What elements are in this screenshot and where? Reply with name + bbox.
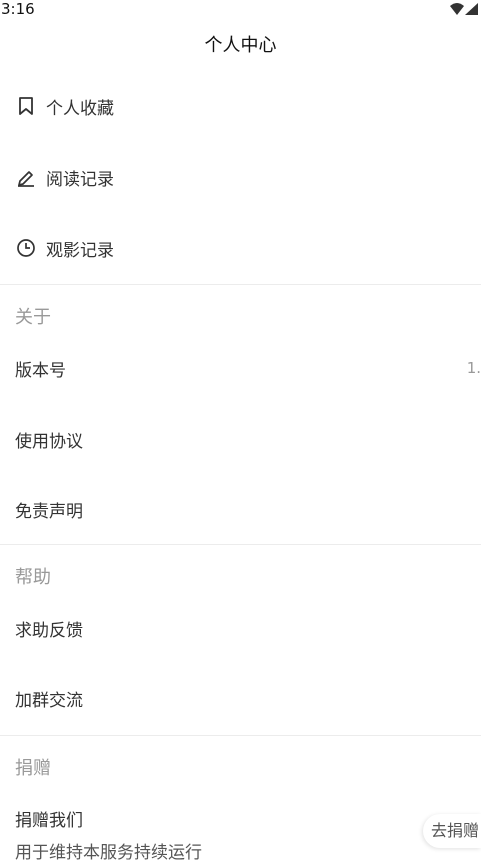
donate-description: 用于维持本服务持续运行	[15, 843, 202, 863]
signal-icon	[465, 3, 478, 15]
wifi-icon	[450, 3, 464, 15]
clock-icon	[16, 238, 36, 258]
status-icons	[450, 3, 478, 15]
divider	[0, 544, 481, 545]
divider	[0, 735, 481, 736]
disclaimer-item[interactable]: 免责声明	[0, 483, 481, 535]
version-item[interactable]: 版本号 1.	[0, 342, 481, 394]
version-label: 版本号	[15, 360, 66, 381]
page-title: 个人中心	[204, 35, 277, 56]
divider	[0, 284, 481, 285]
section-title-about: 关于	[15, 307, 51, 328]
terms-label: 使用协议	[15, 431, 83, 452]
status-time: 3:16	[1, 0, 35, 18]
favorites-item[interactable]: 个人收藏	[0, 80, 481, 132]
status-bar: 3:16	[0, 0, 481, 20]
reading-history-label: 阅读记录	[46, 169, 114, 190]
group-chat-item[interactable]: 加群交流	[0, 672, 481, 724]
feedback-item[interactable]: 求助反馈	[0, 602, 481, 654]
go-donate-button[interactable]: 去捐赠	[422, 814, 481, 848]
favorites-label: 个人收藏	[46, 98, 114, 119]
section-title-help: 帮助	[15, 567, 51, 588]
feedback-label: 求助反馈	[15, 620, 83, 641]
donate-label: 捐赠我们	[15, 810, 83, 831]
disclaimer-label: 免责声明	[15, 501, 83, 522]
watch-history-label: 观影记录	[46, 240, 114, 261]
donate-item[interactable]: 捐赠我们	[0, 792, 481, 844]
pencil-icon	[16, 167, 36, 187]
terms-item[interactable]: 使用协议	[0, 413, 481, 465]
reading-history-item[interactable]: 阅读记录	[0, 151, 481, 203]
bookmark-icon	[16, 96, 36, 116]
version-value: 1.	[466, 359, 481, 377]
group-chat-label: 加群交流	[15, 690, 83, 711]
watch-history-item[interactable]: 观影记录	[0, 222, 481, 274]
section-title-donate: 捐赠	[15, 758, 51, 779]
